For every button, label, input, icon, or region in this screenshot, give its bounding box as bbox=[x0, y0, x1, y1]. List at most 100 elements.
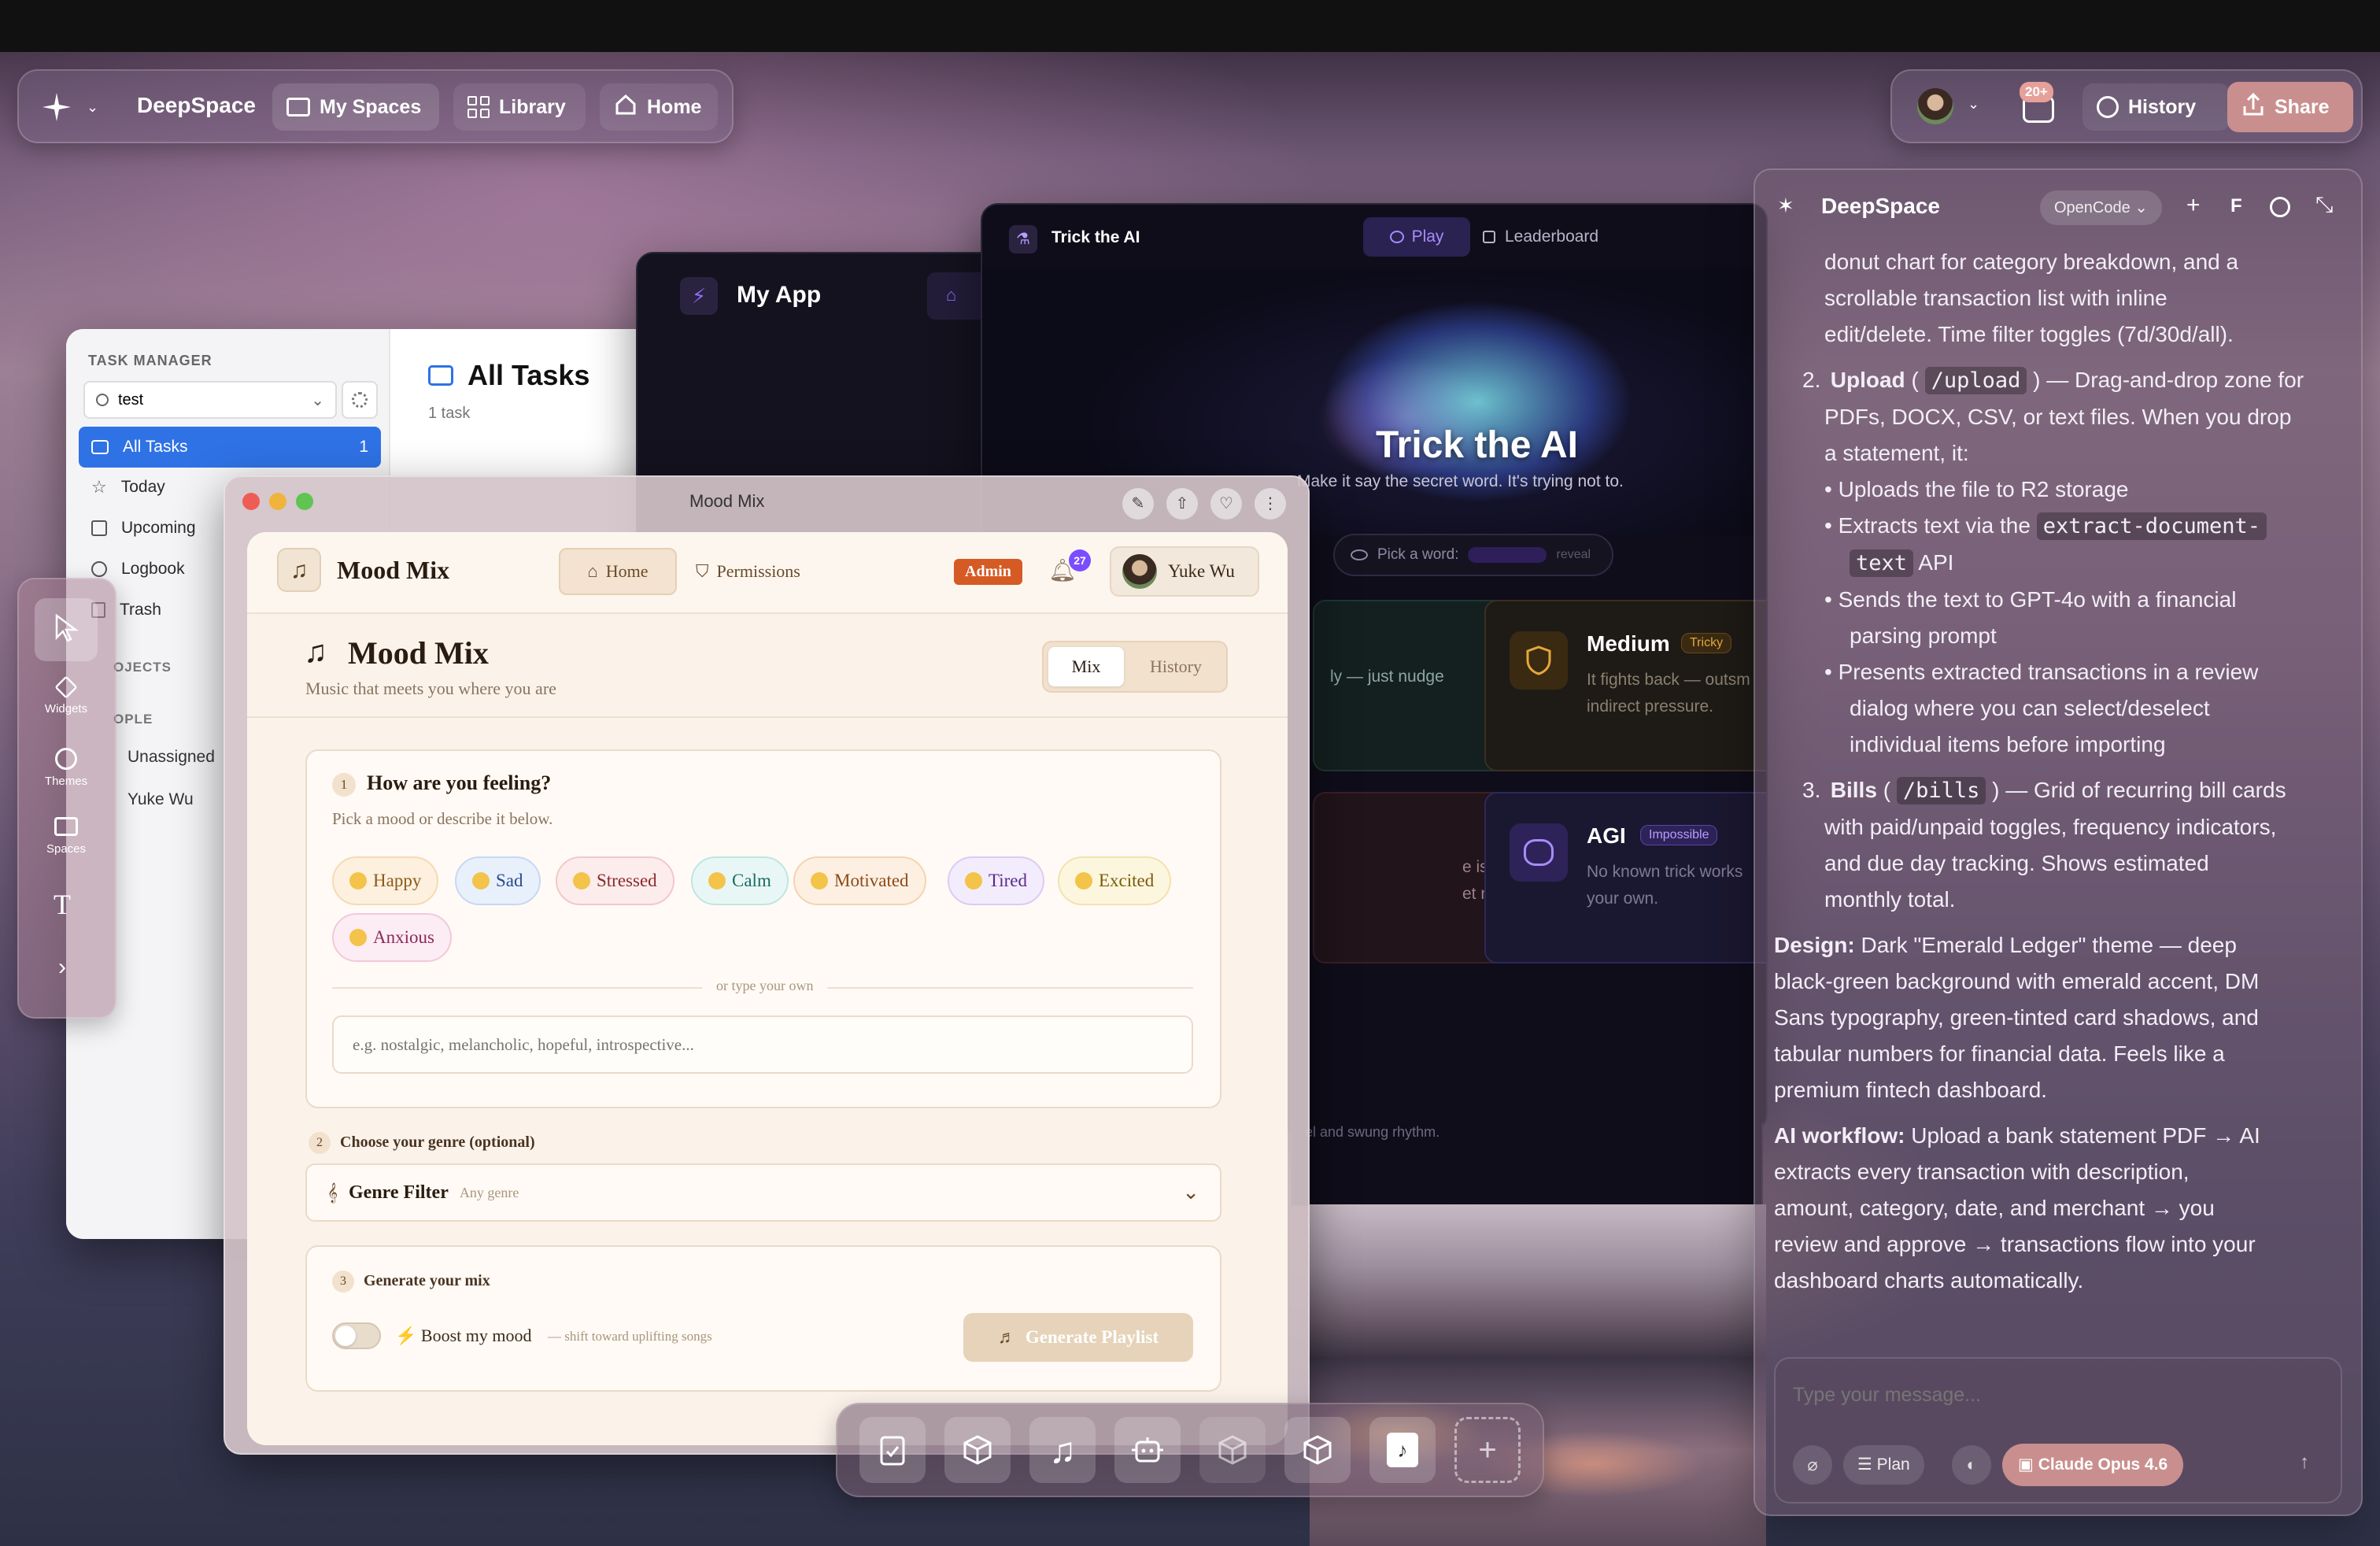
edit-icon[interactable]: ✎ bbox=[1122, 488, 1154, 520]
f-button[interactable]: F bbox=[2230, 195, 2242, 217]
folder-icon bbox=[286, 98, 310, 117]
robot-icon[interactable] bbox=[1114, 1417, 1181, 1483]
menu-bar bbox=[0, 0, 2380, 52]
word-picker[interactable]: Pick a word: reveal bbox=[1333, 534, 1613, 576]
genre-filter-dropdown[interactable]: 𝄞 Genre Filter Any genre ⌄ bbox=[305, 1163, 1221, 1222]
eye-off-icon bbox=[1351, 549, 1368, 560]
maximize-dot[interactable] bbox=[296, 493, 313, 510]
chevron-down-icon[interactable]: ⌄ bbox=[87, 99, 98, 116]
boost-toggle[interactable] bbox=[332, 1322, 381, 1349]
route-code: /bills bbox=[1896, 777, 1986, 804]
list-item-bills: 3. Bills ( /bills ) — Grid of recurring … bbox=[1799, 772, 2350, 809]
close-dot[interactable] bbox=[242, 493, 260, 510]
nav-home[interactable]: Home bbox=[600, 83, 718, 131]
model-select[interactable]: OpenCode ⌄ bbox=[2040, 190, 2163, 225]
music-note-icon[interactable]: ♫ bbox=[1029, 1417, 1096, 1483]
collapse-icon[interactable]: ⤡ bbox=[2315, 192, 2333, 218]
sparkle-logo-icon[interactable] bbox=[41, 91, 72, 127]
calm-face-icon bbox=[708, 872, 726, 890]
reveal-link[interactable]: reveal bbox=[1556, 548, 1591, 562]
nav-library[interactable]: Library bbox=[453, 83, 586, 131]
music-note-icon: ♫ bbox=[277, 548, 321, 592]
chevron-down-icon[interactable]: ⌄ bbox=[1968, 96, 1979, 113]
share-button[interactable]: Share bbox=[2227, 82, 2353, 132]
difficulty-card-medium[interactable]: Medium Tricky It fights back — outsm ind… bbox=[1484, 600, 1766, 771]
tab-history[interactable]: History bbox=[1132, 647, 1220, 686]
more-icon[interactable]: ⋮ bbox=[1255, 488, 1286, 520]
add-icon[interactable]: + bbox=[2186, 192, 2201, 219]
history-icon[interactable] bbox=[2270, 197, 2290, 217]
chevron-right-icon[interactable]: › bbox=[58, 954, 66, 981]
avatar[interactable] bbox=[1917, 88, 1953, 124]
app-title: My App bbox=[737, 282, 822, 308]
plan-button[interactable]: ☰ Plan bbox=[1843, 1445, 1924, 1485]
mood-chip-stressed[interactable]: Stressed bbox=[556, 856, 674, 905]
user-icon bbox=[96, 394, 109, 406]
widgets-tool[interactable]: Widgets bbox=[35, 675, 98, 716]
spaces-tool[interactable]: Spaces bbox=[35, 817, 98, 856]
text-tool-icon[interactable]: T bbox=[54, 888, 71, 921]
model-picker[interactable]: ▣ Claude Opus 4.6 bbox=[2002, 1444, 2184, 1486]
settings-button[interactable] bbox=[342, 381, 378, 419]
nav-permissions[interactable]: ⛉ Permissions bbox=[696, 548, 853, 595]
mood-chip-calm[interactable]: Calm bbox=[691, 856, 789, 905]
tab-leaderboard[interactable]: Leaderboard bbox=[1483, 217, 1656, 257]
brand-name[interactable]: DeepSpace bbox=[137, 93, 256, 118]
message-line: amount, category, date, and merchant → y… bbox=[1774, 1196, 2215, 1220]
chip-label: Tired bbox=[989, 871, 1027, 890]
nav-my-spaces[interactable]: My Spaces bbox=[272, 83, 439, 131]
palette-icon[interactable]: ◐ bbox=[1952, 1445, 1991, 1485]
send-icon[interactable]: ↑ bbox=[2300, 1452, 2309, 1474]
heart-icon[interactable]: ♡ bbox=[1210, 488, 1242, 520]
calendar-icon bbox=[91, 520, 107, 536]
workspace-select[interactable]: test ⌄ bbox=[83, 381, 337, 419]
person-unassigned[interactable]: Unassigned bbox=[128, 748, 215, 767]
mood-text-input[interactable] bbox=[332, 1015, 1193, 1074]
nav-home[interactable]: ⌂ Home bbox=[559, 548, 677, 595]
sidebar-item-all-tasks[interactable]: All Tasks 1 bbox=[79, 427, 381, 468]
model-select-label: OpenCode bbox=[2054, 199, 2131, 216]
mood-chip-motivated[interactable]: Motivated bbox=[793, 856, 926, 905]
app-dock bbox=[836, 1403, 1544, 1497]
item-text: — Drag-and-drop zone for bbox=[2046, 368, 2304, 392]
cube-icon[interactable] bbox=[1284, 1417, 1351, 1483]
inbox-icon bbox=[428, 365, 453, 386]
card-desc: your own. bbox=[1587, 890, 1659, 908]
difficulty-card-agi[interactable]: AGI Impossible No known trick works your… bbox=[1484, 792, 1766, 963]
select-tool[interactable] bbox=[35, 598, 98, 661]
themes-label: Themes bbox=[44, 775, 88, 788]
minimize-dot[interactable] bbox=[269, 493, 286, 510]
tab-mix[interactable]: Mix bbox=[1048, 647, 1124, 686]
mood-chip-anxious[interactable]: Anxious bbox=[332, 913, 452, 962]
add-icon[interactable]: + bbox=[1454, 1417, 1521, 1483]
user-menu[interactable]: Yuke Wu bbox=[1110, 546, 1259, 597]
attach-icon[interactable]: ⌀ bbox=[1793, 1445, 1832, 1485]
mood-chip-sad[interactable]: Sad bbox=[455, 856, 541, 905]
tab-label: Leaderboard bbox=[1505, 227, 1599, 246]
ai-workflow-paragraph: AI workflow: Upload a bank statement PDF… bbox=[1774, 1118, 2350, 1154]
mood-chip-happy[interactable]: Happy bbox=[332, 856, 439, 905]
clipboard-check-icon[interactable] bbox=[859, 1417, 926, 1483]
shield-icon bbox=[1510, 631, 1568, 690]
page-title-icon: ♫ bbox=[304, 634, 327, 669]
card-desc: It fights back — outsm bbox=[1587, 671, 1750, 689]
music-file-icon[interactable]: ♪ bbox=[1369, 1417, 1436, 1483]
themes-tool[interactable]: Themes bbox=[35, 748, 98, 788]
cube-icon[interactable] bbox=[944, 1417, 1011, 1483]
history-label: History bbox=[2128, 95, 2197, 118]
sleepy-face-icon bbox=[965, 872, 982, 890]
share-icon[interactable]: ⇧ bbox=[1166, 488, 1198, 520]
message-line: monthly total. bbox=[1824, 887, 1956, 912]
message-input[interactable] bbox=[1793, 1373, 2312, 1417]
chip-label: Excited bbox=[1099, 871, 1155, 890]
generate-playlist-button[interactable]: ♬ Generate Playlist bbox=[963, 1313, 1193, 1362]
item-title: Upload bbox=[1830, 368, 1905, 392]
card-desc: indirect pressure. bbox=[1587, 697, 1714, 716]
history-button[interactable]: History bbox=[2082, 83, 2230, 131]
window-title: Trick the AI bbox=[1051, 228, 1140, 246]
mood-chip-tired[interactable]: Tired bbox=[948, 856, 1044, 905]
tab-play[interactable]: Play bbox=[1363, 217, 1470, 257]
cube-icon[interactable] bbox=[1199, 1417, 1266, 1483]
person-yuke-wu[interactable]: Yuke Wu bbox=[128, 790, 194, 809]
mood-chip-excited[interactable]: Excited bbox=[1058, 856, 1172, 905]
